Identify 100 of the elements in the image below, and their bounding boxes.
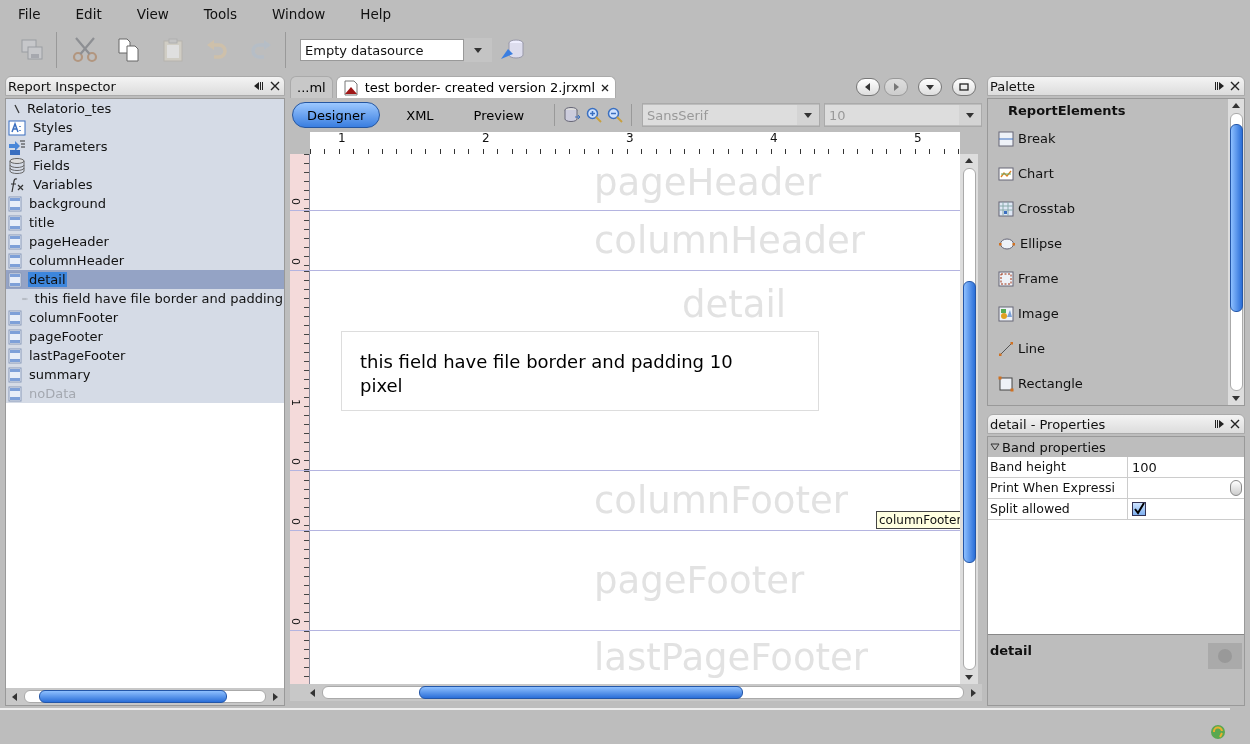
tree-item[interactable]: title [28, 215, 56, 230]
left-arrow-icon [309, 688, 317, 697]
scrollbar-thumb[interactable] [1229, 124, 1243, 312]
scrollbar-thumb[interactable] [419, 686, 743, 699]
palette-item[interactable]: Frame [988, 261, 1228, 296]
datasource-combo[interactable]: Empty datasource [300, 39, 464, 61]
text-field[interactable]: this field have file border and padding 10 pixel [341, 330, 819, 411]
tree-item[interactable]: Parameters [32, 139, 109, 154]
section-header[interactable]: Band properties [988, 437, 1244, 457]
property-value[interactable]: 100 [1128, 457, 1244, 477]
scroll-up-button[interactable] [964, 156, 974, 166]
line-icon [998, 340, 1014, 357]
scrollbar-thumb[interactable] [39, 690, 227, 703]
ruler-label: 0 [290, 197, 302, 207]
grid-icon [998, 200, 1014, 217]
scroll-right-button[interactable] [270, 691, 280, 702]
tree-item[interactable]: summary [28, 367, 92, 382]
view-tab[interactable]: Preview [459, 102, 539, 128]
tree-item[interactable]: Styles [32, 120, 74, 135]
scroll-left-button[interactable] [308, 687, 318, 698]
close-icon[interactable] [270, 81, 280, 91]
scissors-icon [72, 37, 98, 63]
ruler-label: 0 [290, 617, 302, 627]
tab-list-button[interactable] [918, 78, 942, 96]
minimize-right-icon[interactable] [1214, 419, 1224, 429]
tree-item[interactable]: columnFooter [28, 310, 120, 325]
rectangle-icon [998, 375, 1014, 392]
view-tab[interactable]: Designer [292, 102, 381, 128]
left-arrow-icon [864, 83, 872, 91]
down-arrow-icon [474, 46, 482, 54]
copy-icon [116, 37, 142, 63]
dropdown-button[interactable] [464, 38, 492, 62]
tree-item[interactable]: background [28, 196, 107, 211]
frame-icon [998, 270, 1014, 287]
tree-item[interactable]: lastPageFooter [28, 348, 127, 363]
scrollbar-thumb[interactable] [962, 281, 976, 563]
tree-item[interactable]: pageFooter [28, 329, 104, 344]
ruler-label: 5 [914, 132, 922, 147]
ruler-label: 0 [290, 457, 302, 467]
palette-item[interactable]: Chart [988, 156, 1228, 191]
palette-item[interactable]: Crosstab [988, 191, 1228, 226]
styles-icon [8, 119, 26, 136]
chart-icon [998, 165, 1014, 182]
maximize-button[interactable] [952, 78, 976, 96]
image-icon [998, 305, 1014, 322]
palette-group-title: ReportElements [1008, 103, 1127, 120]
palette-item[interactable]: Image [988, 296, 1228, 331]
scroll-left-button[interactable] [10, 691, 20, 702]
ruler-label: 2 [482, 132, 491, 147]
menu-item[interactable]: Window [264, 6, 334, 22]
checkbox[interactable] [1132, 502, 1146, 516]
band-icon [8, 252, 22, 269]
ruler-label: 3 [626, 132, 635, 147]
tree-item[interactable]: detail [28, 272, 67, 287]
band-icon [8, 233, 22, 250]
menu-item[interactable]: Help [352, 6, 400, 22]
scroll-down-button[interactable] [964, 672, 974, 682]
scroll-up-button[interactable] [1231, 101, 1241, 111]
function-icon [8, 176, 26, 193]
minimize-right-icon[interactable] [1214, 81, 1224, 91]
menu-item[interactable]: View [128, 6, 177, 22]
close-icon[interactable] [1230, 81, 1240, 91]
band-icon [8, 195, 22, 212]
menu-item[interactable]: File [10, 6, 49, 22]
ruler-label: 1 [338, 132, 347, 147]
bands-button[interactable] [563, 105, 582, 125]
close-icon[interactable] [1230, 419, 1240, 429]
zoom-in-icon [585, 107, 602, 123]
ruler-label: 4 [770, 132, 779, 147]
band-icon [8, 347, 22, 364]
palette-item[interactable]: Rectangle [988, 366, 1228, 401]
editor-tab[interactable]: ...ml [290, 76, 333, 98]
left-arrow-icon [11, 692, 19, 701]
previous-tab-button[interactable] [856, 78, 880, 96]
ellipsis-button[interactable] [1230, 480, 1242, 496]
zoom-out-button[interactable] [606, 105, 624, 125]
tree-item[interactable]: pageHeader [28, 234, 110, 249]
zoom-in-button[interactable] [585, 105, 603, 125]
minimize-left-icon[interactable] [254, 81, 264, 91]
view-tab[interactable]: XML [392, 102, 448, 128]
tree-item[interactable]: Relatorio_tes [26, 101, 113, 116]
band-icon [8, 214, 22, 231]
tree-item[interactable]: this field have file border and padding [33, 291, 284, 306]
down-arrow-icon [966, 111, 974, 119]
tree-item[interactable]: Variables [32, 177, 94, 192]
editor-tab[interactable]: test border- created version 2.jrxml [335, 76, 617, 98]
scroll-right-button[interactable] [968, 687, 978, 698]
right-arrow-icon [271, 692, 279, 701]
down-arrow-icon [926, 83, 934, 91]
menu-item[interactable]: Tools [195, 6, 246, 22]
palette-item[interactable]: Ellipse [988, 226, 1228, 261]
tree-item[interactable]: columnHeader [28, 253, 126, 268]
down-arrow-icon [1232, 394, 1240, 402]
band-icon [8, 385, 22, 402]
palette-item[interactable]: Line [988, 331, 1228, 366]
palette-item[interactable]: Break [988, 121, 1228, 156]
zoom-out-icon [606, 107, 623, 123]
scroll-down-button[interactable] [1231, 393, 1241, 403]
menu-item[interactable]: Edit [67, 6, 110, 22]
tree-item[interactable]: Fields [32, 158, 71, 173]
